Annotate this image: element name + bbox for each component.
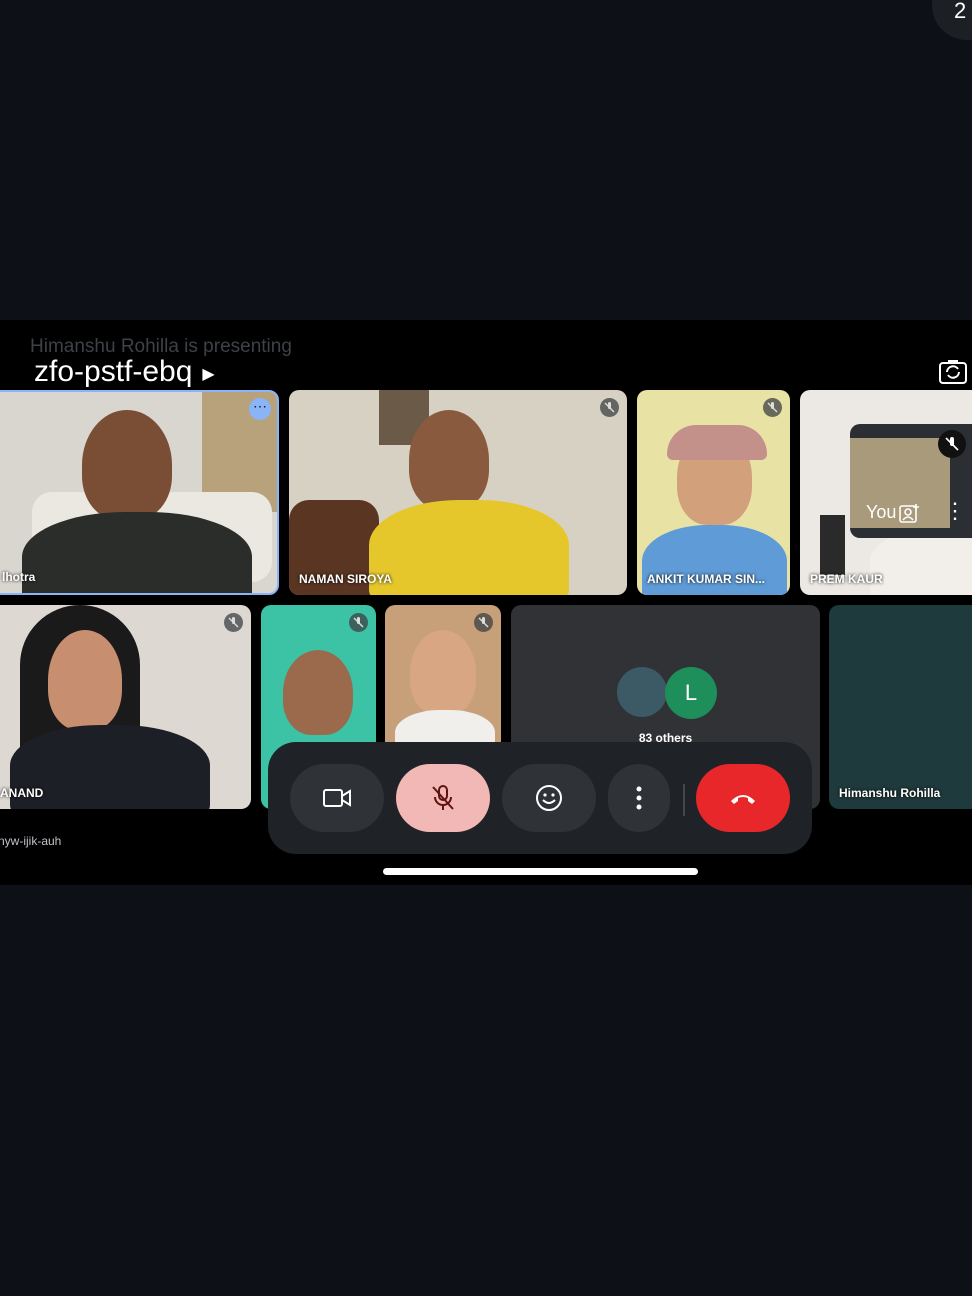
mic-off-icon	[349, 613, 368, 632]
meet-window: Himanshu Rohilla is presenting zfo-pstf-…	[0, 320, 972, 885]
participant-name: ANAND	[0, 786, 44, 800]
wall-sign	[820, 515, 845, 575]
divider	[683, 784, 685, 816]
self-view-label: You	[866, 502, 897, 522]
others-avatars: L	[617, 667, 717, 719]
status-badge: 2	[932, 0, 972, 40]
meeting-code-footer: nyw-ijik-auh	[0, 834, 62, 848]
participant-body	[369, 500, 569, 595]
participant-tile[interactable]: NAMAN SIROYA	[289, 390, 627, 595]
participant-name: ANKIT KUMAR SIN...	[647, 572, 765, 586]
presenter-tile[interactable]: Himanshu Rohilla	[829, 605, 972, 809]
self-view[interactable]: You ⋮	[850, 424, 972, 538]
participant-name: Himanshu Rohilla	[839, 786, 941, 800]
mic-off-icon	[763, 398, 782, 417]
caret-right-icon: ▶	[202, 366, 215, 383]
more-vert-icon[interactable]: ⋮	[944, 498, 966, 524]
participant-face	[82, 410, 172, 520]
avatar: L	[665, 667, 717, 719]
participant-body	[22, 512, 252, 593]
mic-off-icon	[224, 613, 243, 632]
meeting-code-label: zfo-pstf-ebq	[34, 355, 193, 388]
participant-face	[409, 410, 489, 510]
mic-off-icon	[474, 613, 493, 632]
participant-body	[870, 530, 972, 595]
home-indicator[interactable]	[383, 868, 698, 875]
participant-name: lhotra	[2, 570, 36, 584]
participant-face	[410, 630, 476, 715]
participant-name: NAMAN SIROYA	[299, 572, 392, 586]
participant-face	[48, 630, 122, 730]
more-horiz-icon[interactable]: ⋯	[249, 398, 271, 420]
call-end-icon	[731, 795, 755, 804]
mic-off-icon	[432, 785, 454, 810]
meeting-code-button[interactable]: zfo-pstf-ebq ▶	[34, 355, 215, 389]
more-options-button[interactable]	[608, 764, 670, 832]
mic-off-icon	[600, 398, 619, 417]
participant-tile[interactable]: ⋯ lhotra	[0, 390, 279, 595]
mic-toggle-button[interactable]	[396, 764, 490, 832]
participant-tile[interactable]: ANKIT KUMAR SIN...	[637, 390, 790, 595]
call-controls	[268, 742, 812, 854]
emoji-icon	[536, 785, 562, 811]
add-person-icon[interactable]	[898, 502, 920, 524]
more-vert-icon	[636, 786, 642, 810]
cap	[667, 425, 767, 460]
video-camera-icon	[323, 789, 351, 807]
avatar	[617, 667, 667, 717]
switch-camera-icon[interactable]	[938, 358, 968, 386]
participant-face	[283, 650, 353, 735]
end-call-button[interactable]	[696, 764, 790, 832]
emoji-button[interactable]	[502, 764, 596, 832]
participant-tile[interactable]: ANAND	[0, 605, 251, 809]
camera-toggle-button[interactable]	[290, 764, 384, 832]
mic-off-icon	[938, 430, 966, 458]
participant-name: PREM KAUR	[810, 572, 883, 586]
